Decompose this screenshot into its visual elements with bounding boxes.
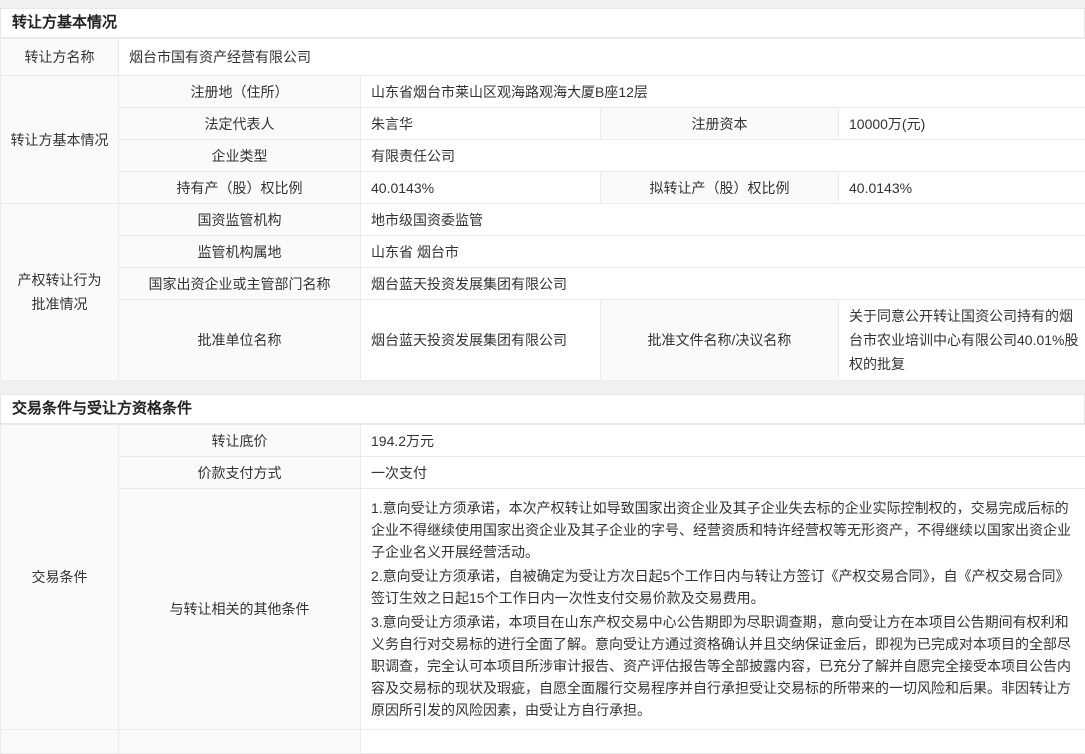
legal-representative-value: 朱言华 — [361, 108, 601, 140]
regulator-region-value: 山东省 烟台市 — [361, 236, 1085, 268]
table-row — [1, 730, 1085, 754]
enterprise-type-value: 有限责任公司 — [361, 140, 1085, 172]
enterprise-type-label: 企业类型 — [119, 140, 361, 172]
table-row: 企业类型 有限责任公司 — [1, 140, 1085, 172]
table-row: 与转让相关的其他条件 1.意向受让方须承诺，本次产权转让如导致国家出资企业及其子… — [1, 489, 1085, 730]
registered-capital-value: 10000万(元) — [839, 108, 1085, 140]
legal-representative-label: 法定代表人 — [119, 108, 361, 140]
other-conditions-value: 1.意向受让方须承诺，本次产权转让如导致国家出资企业及其子企业失去标的企业实际控… — [361, 489, 1085, 730]
holding-ratio-label: 持有产（股）权比例 — [119, 172, 361, 204]
group-approval-label: 产权转让行为 批准情况 — [1, 204, 119, 381]
document-page: 转让方基本情况 转让方名称 烟台市国有资产经营有限公司 转让方基本情况 注册地（… — [0, 8, 1085, 754]
group-trade-conditions-label: 交易条件 — [1, 425, 119, 730]
trade-conditions-table: 交易条件 转让底价 194.2万元 价款支付方式 一次支付 与转让相关的其他条件… — [0, 424, 1085, 754]
table-row: 批准单位名称 烟台蓝天投资发展集团有限公司 批准文件名称/决议名称 关于同意公开… — [1, 300, 1085, 381]
transferor-name-value: 烟台市国有资产经营有限公司 — [119, 39, 1085, 76]
transfer-ratio-label: 拟转让产（股）权比例 — [601, 172, 839, 204]
floor-price-value: 194.2万元 — [361, 425, 1085, 457]
table-row: 转让方名称 烟台市国有资产经营有限公司 — [1, 39, 1085, 76]
other-conditions-paragraph-1: 1.意向受让方须承诺，本次产权转让如导致国家出资企业及其子企业失去标的企业实际控… — [371, 497, 1075, 563]
cutoff-value-cell — [361, 730, 1085, 754]
holding-ratio-value: 40.0143% — [361, 172, 601, 204]
cutoff-group-cell — [1, 730, 119, 754]
approval-unit-value: 烟台蓝天投资发展集团有限公司 — [361, 300, 601, 381]
state-funded-enterprise-value: 烟台蓝天投资发展集团有限公司 — [361, 268, 1085, 300]
table-row: 产权转让行为 批准情况 国资监管机构 地市级国资委监管 — [1, 204, 1085, 236]
table-row: 持有产（股）权比例 40.0143% 拟转让产（股）权比例 40.0143% — [1, 172, 1085, 204]
transfer-ratio-value: 40.0143% — [839, 172, 1085, 204]
regulator-value: 地市级国资委监管 — [361, 204, 1085, 236]
payment-method-label: 价款支付方式 — [119, 457, 361, 489]
other-conditions-paragraph-3: 3.意向受让方须承诺，本项目在山东产权交易中心公告期即为尽职调查期，意向受让方在… — [371, 611, 1075, 721]
table-row: 转让方基本情况 注册地（住所） 山东省烟台市莱山区观海路观海大厦B座12层 — [1, 76, 1085, 108]
regulator-region-label: 监管机构属地 — [119, 236, 361, 268]
approval-document-label: 批准文件名称/决议名称 — [601, 300, 839, 381]
table-row: 交易条件 转让底价 194.2万元 — [1, 425, 1085, 457]
other-conditions-paragraph-2: 2.意向受让方须承诺，自被确定为受让方次日起5个工作日内与转让方签订《产权交易合… — [371, 565, 1075, 609]
section-gap — [0, 381, 1085, 394]
floor-price-label: 转让底价 — [119, 425, 361, 457]
transferor-info-table: 转让方名称 烟台市国有资产经营有限公司 转让方基本情况 注册地（住所） 山东省烟… — [0, 38, 1085, 381]
section-title-trade-conditions: 交易条件与受让方资格条件 — [0, 394, 1085, 424]
section-trade-conditions: 交易条件与受让方资格条件 交易条件 转让底价 194.2万元 价款支付方式 一次… — [0, 394, 1085, 754]
table-row: 法定代表人 朱言华 注册资本 10000万(元) — [1, 108, 1085, 140]
state-funded-enterprise-label: 国家出资企业或主管部门名称 — [119, 268, 361, 300]
table-row: 价款支付方式 一次支付 — [1, 457, 1085, 489]
transferor-name-label: 转让方名称 — [1, 39, 119, 76]
table-row: 监管机构属地 山东省 烟台市 — [1, 236, 1085, 268]
other-conditions-label: 与转让相关的其他条件 — [119, 489, 361, 730]
cutoff-label-cell — [119, 730, 361, 754]
section-transferor-info: 转让方基本情况 转让方名称 烟台市国有资产经营有限公司 转让方基本情况 注册地（… — [0, 8, 1085, 381]
group-basic-info-label: 转让方基本情况 — [1, 76, 119, 204]
regulator-label: 国资监管机构 — [119, 204, 361, 236]
table-row: 国家出资企业或主管部门名称 烟台蓝天投资发展集团有限公司 — [1, 268, 1085, 300]
approval-document-value: 关于同意公开转让国资公司持有的烟台市农业培训中心有限公司40.01%股权的批复 — [839, 300, 1085, 381]
registered-address-value: 山东省烟台市莱山区观海路观海大厦B座12层 — [361, 76, 1085, 108]
registered-address-label: 注册地（住所） — [119, 76, 361, 108]
payment-method-value: 一次支付 — [361, 457, 1085, 489]
approval-unit-label: 批准单位名称 — [119, 300, 361, 381]
registered-capital-label: 注册资本 — [601, 108, 839, 140]
section-title-transferor: 转让方基本情况 — [0, 8, 1085, 38]
group-approval-label-line2: 批准情况 — [7, 292, 112, 316]
group-approval-label-line1: 产权转让行为 — [7, 268, 112, 292]
